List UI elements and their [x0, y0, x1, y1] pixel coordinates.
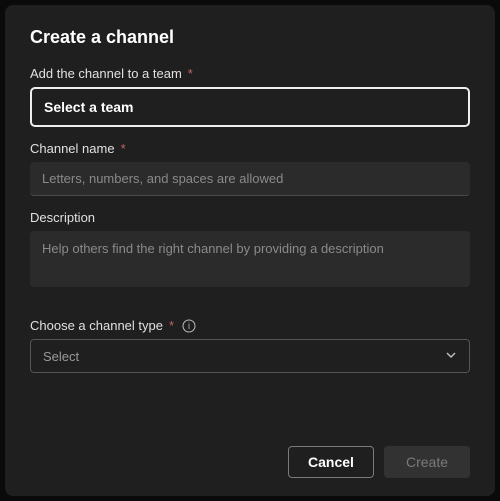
field-channel-type: Choose a channel type * i Select — [30, 318, 470, 373]
svg-text:i: i — [188, 321, 190, 331]
info-icon[interactable]: i — [182, 319, 196, 333]
cancel-button[interactable]: Cancel — [288, 446, 374, 478]
form-body: Add the channel to a team * Select a tea… — [30, 66, 470, 436]
channel-type-selected-text: Select — [43, 349, 79, 364]
channel-name-input[interactable] — [30, 162, 470, 196]
label-team-text: Add the channel to a team — [30, 66, 182, 81]
label-channel-type-text: Choose a channel type — [30, 318, 163, 333]
required-marker: * — [188, 66, 193, 81]
dialog-footer: Cancel Create — [30, 436, 470, 478]
create-button[interactable]: Create — [384, 446, 470, 478]
label-channel-name-text: Channel name — [30, 141, 115, 156]
required-marker: * — [121, 141, 126, 156]
field-description: Description — [30, 210, 470, 290]
select-team-button[interactable]: Select a team — [30, 87, 470, 127]
dialog-title: Create a channel — [30, 27, 470, 48]
label-channel-type: Choose a channel type * i — [30, 318, 470, 333]
select-team-button-text: Select a team — [44, 99, 134, 115]
label-description-text: Description — [30, 210, 95, 225]
create-channel-dialog: Create a channel Add the channel to a te… — [5, 5, 495, 496]
channel-type-select[interactable]: Select — [30, 339, 470, 373]
chevron-down-icon — [445, 348, 457, 364]
label-channel-name: Channel name * — [30, 141, 470, 156]
field-channel-name: Channel name * — [30, 141, 470, 196]
required-marker: * — [169, 318, 174, 333]
description-input[interactable] — [30, 231, 470, 287]
label-description: Description — [30, 210, 470, 225]
label-team: Add the channel to a team * — [30, 66, 470, 81]
field-team: Add the channel to a team * Select a tea… — [30, 66, 470, 127]
